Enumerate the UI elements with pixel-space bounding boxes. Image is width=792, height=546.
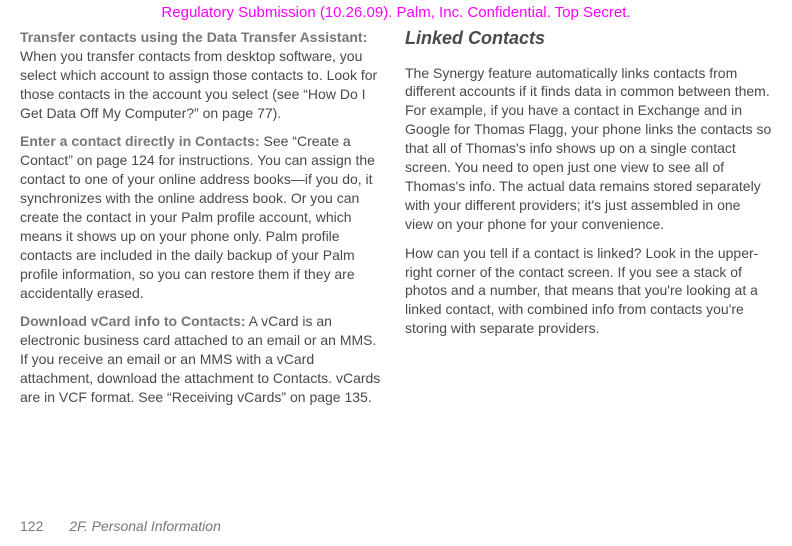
confidential-banner: Regulatory Submission (10.26.09). Palm, … xyxy=(0,4,792,21)
lead-vcard: Download vCard info to Contacts: xyxy=(20,313,246,329)
paragraph-linked-tell: How can you tell if a contact is linked?… xyxy=(405,244,772,338)
paragraph-transfer: Transfer contacts using the Data Transfe… xyxy=(20,28,387,122)
right-column: Linked Contacts The Synergy feature auto… xyxy=(405,28,772,417)
lead-enter: Enter a contact directly in Contacts: xyxy=(20,133,260,149)
text-transfer: When you transfer contacts from desktop … xyxy=(20,48,377,121)
left-column: Transfer contacts using the Data Transfe… xyxy=(20,28,387,417)
page-footer: 122 2F. Personal Information xyxy=(20,518,221,534)
text-enter: See “Create a Contact” on page 124 for i… xyxy=(20,133,375,300)
page-number: 122 xyxy=(20,518,43,534)
paragraph-enter: Enter a contact directly in Contacts: Se… xyxy=(20,132,387,302)
heading-linked-contacts: Linked Contacts xyxy=(405,28,772,50)
lead-transfer: Transfer contacts using the Data Transfe… xyxy=(20,29,367,45)
paragraph-synergy: The Synergy feature automatically links … xyxy=(405,64,772,234)
section-label: 2F. Personal Information xyxy=(69,518,221,534)
page-content: Transfer contacts using the Data Transfe… xyxy=(0,0,792,437)
paragraph-vcard: Download vCard info to Contacts: A vCard… xyxy=(20,312,387,406)
